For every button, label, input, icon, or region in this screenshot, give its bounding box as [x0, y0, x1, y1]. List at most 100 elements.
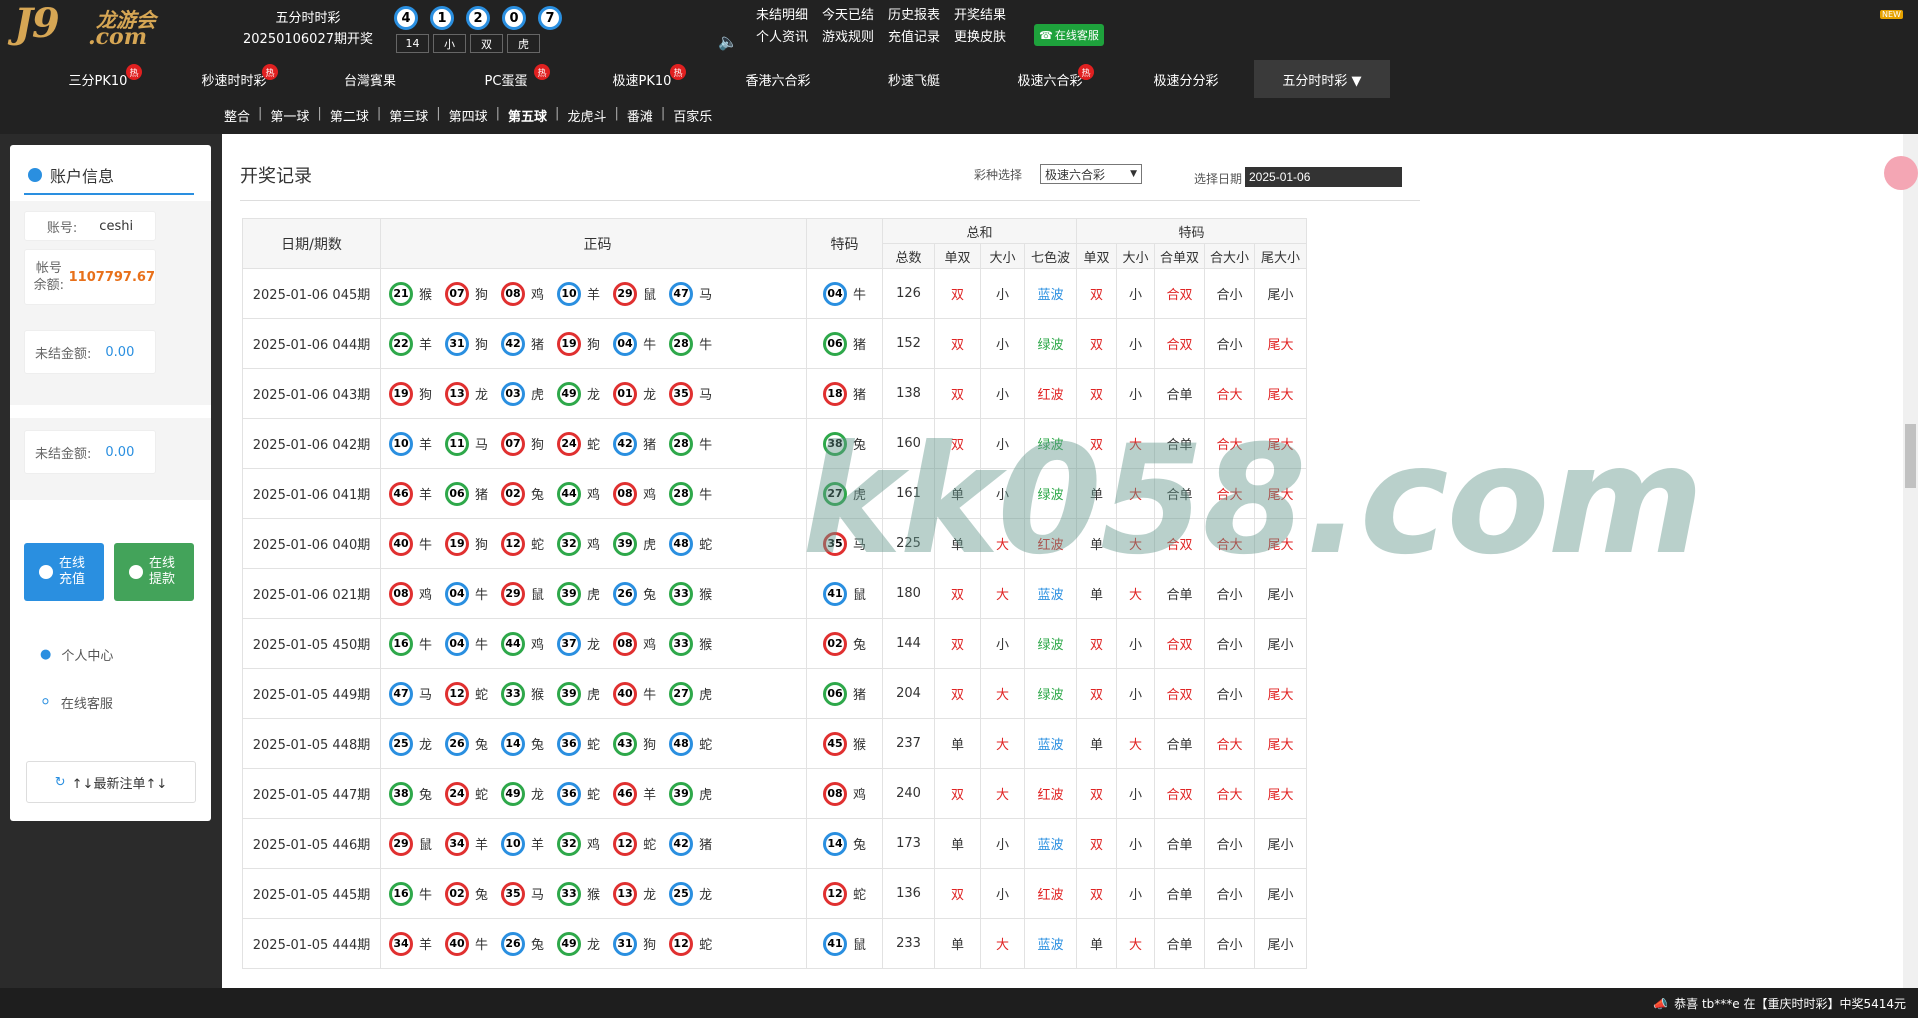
- cell-total: 138: [882, 368, 935, 419]
- cell-t-bs: 大: [1116, 918, 1155, 969]
- top-link[interactable]: 充值记录: [888, 28, 940, 48]
- nav-item[interactable]: 香港六合彩: [710, 60, 846, 98]
- zodiac-label: 狗: [643, 938, 657, 953]
- row-date: 2025-01-06 041期: [242, 468, 381, 519]
- row-special: 04 牛: [806, 268, 883, 319]
- nav-item[interactable]: 极速六合彩热: [982, 60, 1118, 98]
- top-link[interactable]: 更换皮肤: [954, 28, 1006, 48]
- number-cell: 31 狗: [445, 331, 488, 356]
- number-cell: 49 龙: [557, 931, 600, 956]
- row-date: 2025-01-05 450期: [242, 618, 381, 669]
- number-cell: 35 马: [501, 881, 544, 906]
- scroll-thumb[interactable]: [1905, 424, 1916, 488]
- cell-t-bs: 大: [1116, 718, 1155, 769]
- nav-item[interactable]: 极速PK10 热: [574, 60, 710, 98]
- footer-bar: 📣 恭喜 tb***e 在【重庆时时彩】中奖5414元: [0, 988, 1918, 1018]
- number-ball: 04: [613, 331, 638, 356]
- number-cell: 02 兔: [445, 881, 488, 906]
- zodiac-label: 虎: [531, 388, 545, 403]
- number-ball: 08: [613, 481, 638, 506]
- zodiac-label: 蛇: [699, 938, 713, 953]
- zodiac-label: 狗: [587, 338, 601, 353]
- nav-item[interactable]: 台灣賓果: [302, 60, 438, 98]
- lottery-select[interactable]: 极速六合彩 ▼: [1040, 164, 1142, 184]
- top-link[interactable]: 未结明细: [756, 6, 808, 26]
- special-ball: 12: [822, 881, 847, 906]
- row-main-numbers: 40 牛 19 狗 12 蛇 32 鸡 39 虎 48 蛇: [380, 518, 807, 569]
- zodiac-label: 虎: [587, 688, 601, 703]
- zodiac-label: 牛: [475, 588, 489, 603]
- subnav-item[interactable]: 整合: [216, 106, 258, 125]
- nav-item[interactable]: 秒速飞艇: [846, 60, 982, 98]
- subnav-item[interactable]: 第四球: [441, 106, 496, 125]
- nav-item[interactable]: 五分时时彩 ▼: [1254, 60, 1390, 98]
- number-cell: 39 虎: [669, 781, 712, 806]
- subnav-item[interactable]: 第二球: [322, 106, 377, 125]
- cell-t-hbs: 合小: [1204, 668, 1255, 719]
- special-cell: 27 虎: [822, 481, 866, 506]
- special-cell: 45 猴: [822, 731, 866, 756]
- cell-t-bs: 小: [1116, 318, 1155, 369]
- zodiac-label: 牛: [643, 338, 657, 353]
- number-cell: 32 鸡: [557, 531, 600, 556]
- translate-icon[interactable]: [1884, 156, 1918, 190]
- cell-t-oe: 双: [1076, 818, 1117, 869]
- recharge-button[interactable]: 在线充值: [24, 543, 104, 601]
- cell-t-hoe: 合单: [1154, 818, 1205, 869]
- cell-t-bs: 小: [1116, 768, 1155, 819]
- vertical-scrollbar[interactable]: [1903, 134, 1918, 988]
- subnav-item[interactable]: 番滩: [619, 106, 661, 125]
- subnav-item[interactable]: 龙虎斗: [559, 106, 614, 125]
- top-link[interactable]: 今天已结: [822, 6, 874, 26]
- cell-t-hbs: 合大: [1204, 368, 1255, 419]
- cell-t-hoe: 合单: [1154, 918, 1205, 969]
- date-input[interactable]: [1245, 167, 1402, 187]
- special-ball: 38: [822, 431, 847, 456]
- row-date: 2025-01-06 042期: [242, 418, 381, 469]
- number-cell: 35 马: [669, 381, 712, 406]
- site-logo[interactable]: J9 龙游会 .com: [14, 0, 194, 50]
- number-ball: 25: [389, 731, 413, 756]
- cell-t-oe: 双: [1076, 668, 1117, 719]
- cell-t-oe: 双: [1076, 368, 1117, 419]
- number-cell: 16 牛: [389, 881, 432, 906]
- subnav-item[interactable]: 第一球: [262, 106, 317, 125]
- nav-item[interactable]: 秒速时时彩热: [166, 60, 302, 98]
- top-link[interactable]: 历史报表: [888, 6, 940, 26]
- result-ball: 7: [538, 6, 562, 30]
- nav-item-label: 五分时时彩 ▼: [1282, 73, 1362, 89]
- table-row: 2025-01-06 040期 40 牛 19 狗 12 蛇 32 鸡 39 虎 48 蛇 35 马 225 单…: [242, 518, 1307, 569]
- number-cell: 27 虎: [669, 681, 712, 706]
- cell-s-bs: 大: [980, 568, 1025, 619]
- nav-item[interactable]: 三分PK10 热: [30, 60, 166, 98]
- number-cell: 08 鸡: [613, 631, 656, 656]
- service-link[interactable]: ⚪ 在线客服: [40, 693, 113, 712]
- headset-icon: ☎: [1039, 28, 1053, 42]
- cell-wave: 蓝波: [1024, 818, 1077, 869]
- row-special: 02 兔: [806, 618, 883, 669]
- number-ball: 46: [389, 481, 413, 506]
- online-service-button[interactable]: ☎ 在线客服: [1034, 24, 1104, 46]
- speaker-icon[interactable]: 🔈: [718, 32, 738, 51]
- top-link[interactable]: 游戏规则: [822, 28, 874, 48]
- cell-t-tail: 尾大: [1254, 718, 1307, 769]
- top-link[interactable]: 开奖结果: [954, 6, 1006, 26]
- latest-bets-button[interactable]: ↻ ↑↓最新注单↑↓: [26, 761, 196, 803]
- withdraw-label: 在线提款: [149, 556, 176, 587]
- subnav-item[interactable]: 百家乐: [665, 106, 720, 125]
- sub-nav: 整合 | 第一球 | 第二球 | 第三球 | 第四球 | 第五球 | 龙虎斗 | 番滩 | 百家乐: [216, 106, 720, 125]
- zodiac-label: 蛇: [699, 738, 713, 753]
- nav-item[interactable]: 极速分分彩: [1118, 60, 1254, 98]
- subnav-item[interactable]: 第五球: [500, 106, 555, 125]
- number-cell: 29 鼠: [501, 581, 544, 606]
- header-main-numbers: 正码: [380, 218, 807, 269]
- personal-center-link[interactable]: ● 个人中心: [40, 645, 113, 664]
- top-link[interactable]: 个人资讯: [756, 28, 808, 48]
- subnav-item[interactable]: 第三球: [381, 106, 436, 125]
- number-ball: 35: [501, 881, 526, 906]
- number-cell: 33 猴: [557, 881, 600, 906]
- withdraw-button[interactable]: 在线提款: [114, 543, 194, 601]
- special-cell: 06 猪: [822, 681, 866, 706]
- special-zodiac: 鼠: [852, 938, 866, 953]
- nav-item[interactable]: PC蛋蛋热: [438, 60, 574, 98]
